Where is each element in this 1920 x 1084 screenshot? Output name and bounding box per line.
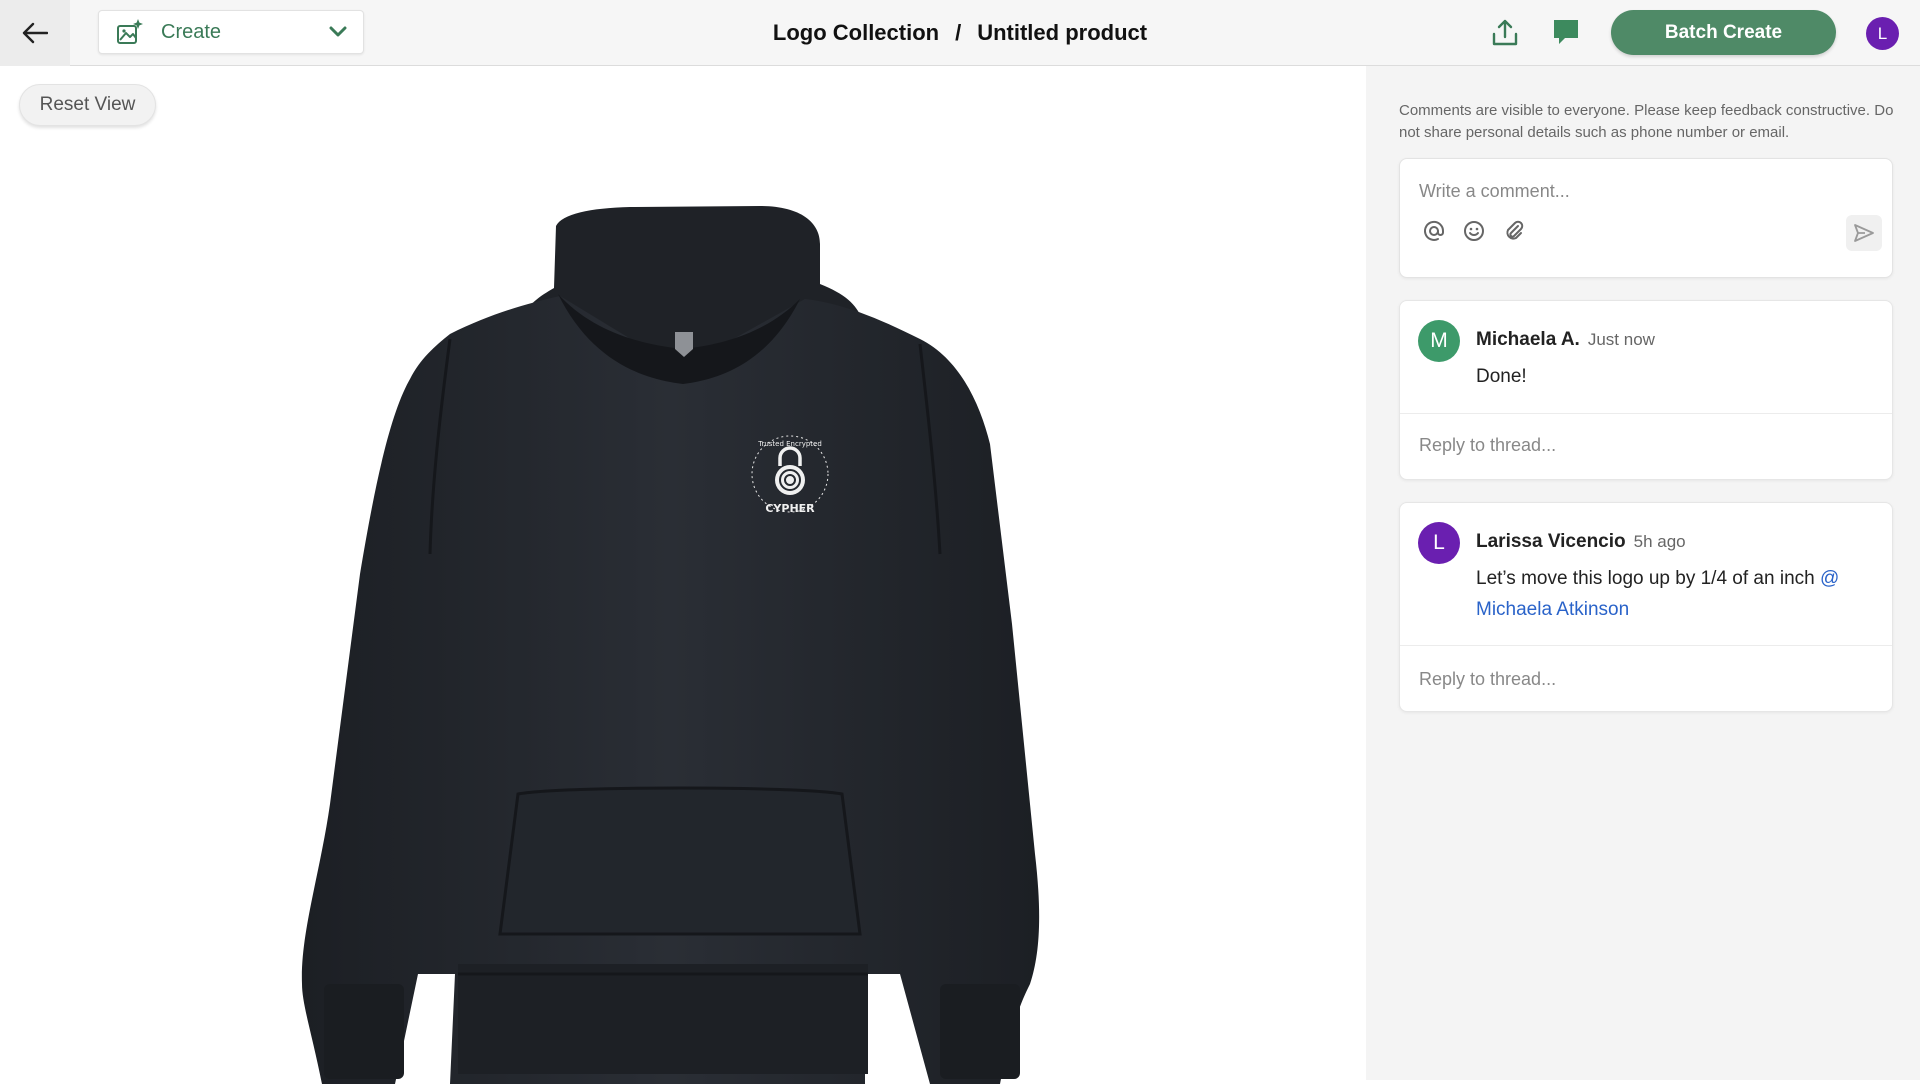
back-button[interactable] [0, 0, 70, 66]
paperclip-icon [1506, 220, 1524, 240]
comment-time: Just now [1587, 330, 1655, 349]
at-icon [1424, 220, 1445, 241]
comments-notice: Comments are visible to everyone. Please… [1399, 102, 1894, 141]
thread-divider [1400, 413, 1892, 414]
send-icon [1854, 224, 1874, 242]
upload-icon [1492, 19, 1518, 46]
comment-text: Done! [1476, 366, 1527, 387]
send-button[interactable] [1846, 215, 1882, 251]
batch-create-button[interactable]: Batch Create [1611, 10, 1836, 55]
comment-body: Done! [1476, 361, 1876, 392]
chevron-down-icon [329, 26, 347, 37]
mention-button[interactable] [1420, 217, 1448, 245]
product-canvas[interactable]: Reset View Trusted Encrypted CYPHER [0, 66, 1366, 1084]
user-avatar[interactable]: L [1866, 17, 1899, 50]
image-sparkle-icon [117, 19, 143, 44]
author-avatar: M [1418, 320, 1460, 362]
breadcrumb-product: Untitled product [977, 20, 1148, 45]
comment-thread: L Larissa Vicencio 5h ago Let’s move this… [1399, 502, 1893, 712]
attach-button[interactable] [1500, 217, 1528, 245]
share-button[interactable] [1488, 16, 1522, 50]
chat-bubble-icon [1554, 20, 1578, 44]
comment-header: Larissa Vicencio 5h ago [1476, 531, 1686, 553]
reply-input[interactable]: Reply to thread... [1419, 435, 1556, 456]
author-name: Michaela A. [1476, 329, 1580, 350]
comments-panel: Comments are visible to everyone. Please… [1366, 66, 1920, 1080]
comments-toggle-button[interactable] [1549, 15, 1583, 49]
logo-text-top: Trusted Encrypted [757, 440, 822, 448]
comment-composer[interactable]: Write a comment... [1399, 158, 1893, 278]
comment-body: Let’s move this logo up by 1/4 of an inc… [1476, 563, 1876, 625]
author-name: Larissa Vicencio [1476, 531, 1626, 552]
emoji-button[interactable] [1460, 217, 1488, 245]
create-label: Create [161, 20, 222, 43]
reset-view-button[interactable]: Reset View [19, 84, 156, 126]
comment-time: 5h ago [1633, 532, 1686, 551]
reply-input[interactable]: Reply to thread... [1419, 669, 1556, 690]
hoodie-product-image[interactable]: Trusted Encrypted CYPHER [300, 154, 1070, 1084]
logo-text-bottom: CYPHER [765, 502, 815, 515]
top-bar: Create Logo Collection / Untitled produc… [0, 0, 1920, 66]
comment-thread: M Michaela A. Just now Done! Reply to thr… [1399, 300, 1893, 480]
arrow-left-icon [22, 22, 48, 44]
thread-divider [1400, 645, 1892, 646]
create-dropdown[interactable]: Create [98, 10, 364, 54]
comment-header: Michaela A. Just now [1476, 329, 1655, 351]
emoji-icon [1464, 221, 1484, 241]
breadcrumb-collection[interactable]: Logo Collection [773, 20, 939, 46]
comment-text: Let’s move this logo up by 1/4 of an inc… [1476, 568, 1820, 589]
author-avatar: L [1418, 522, 1460, 564]
comment-input[interactable]: Write a comment... [1419, 181, 1570, 202]
breadcrumb-separator: / [955, 20, 962, 45]
